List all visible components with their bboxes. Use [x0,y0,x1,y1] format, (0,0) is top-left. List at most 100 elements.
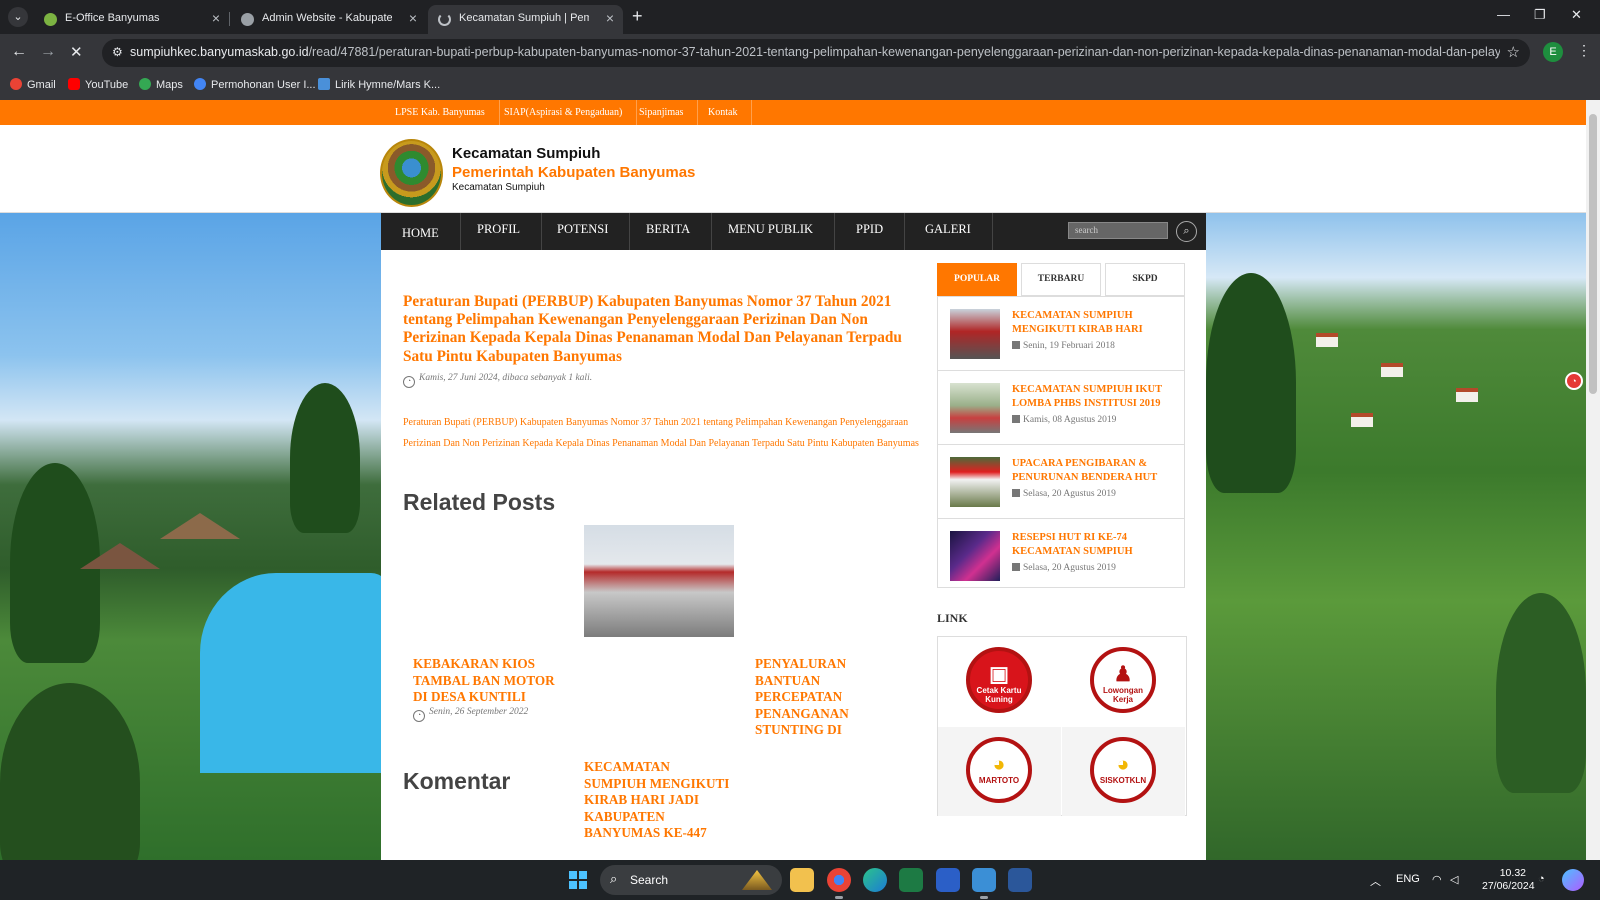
close-window-icon[interactable]: ✕ [1571,7,1582,23]
snipping-tool-icon[interactable] [972,868,996,892]
close-tab-icon[interactable]: × [606,10,614,26]
chrome-icon[interactable] [827,868,851,892]
back-icon[interactable]: ← [11,43,27,61]
page-viewport: LPSE Kab. Banyumas SIAP(Aspirasi & Penga… [0,100,1586,860]
tab-eoffice[interactable]: E-Office Banyumas × [34,5,229,34]
banyumas-logo[interactable] [380,139,443,207]
file-explorer-icon[interactable] [790,868,814,892]
copilot-icon[interactable] [1562,869,1584,891]
post-thumbnail[interactable] [950,383,1000,433]
taskbar-search[interactable]: ⌕ Search [600,865,782,895]
list-item[interactable]: KECAMATAN SUMPIUH IKUT LOMBA PHBS INSTIT… [938,371,1184,445]
tab-title: E-Office Banyumas [65,12,160,24]
close-tab-icon[interactable]: × [212,10,220,26]
post-title[interactable]: UPACARA PENGIBARAN & PENURUNAN BENDERA H… [1012,457,1177,484]
edge-icon[interactable] [863,868,887,892]
chrome-menu-icon[interactable]: ⋮ [1577,42,1591,59]
bookmark-label: Gmail [27,79,56,91]
word-icon[interactable] [1008,868,1032,892]
link-kartu-kuning[interactable]: ▣ Cetak Kartu Kuning [938,637,1061,726]
menu-publik[interactable]: MENU PUBLIK [707,213,836,250]
related-post-date: ◔ Senin, 26 September 2022 [413,707,528,722]
post-thumbnail[interactable] [950,457,1000,507]
menu-potensi[interactable]: POTENSI [536,213,631,250]
url-text[interactable]: sumpiuhkec.banyumaskab.go.id/read/47881/… [130,45,1500,59]
bookmark-star-icon[interactable]: ☆ [1507,43,1520,61]
bookmark-label: Maps [156,79,183,91]
tab-popular[interactable]: POPULAR [937,263,1017,296]
related-post-title[interactable]: KECAMATAN SUMPIUH MENGIKUTI KIRAB HARI J… [584,759,734,842]
menu-galeri[interactable]: GALERI [904,213,993,250]
volume-icon[interactable]: ◁ [1450,873,1458,886]
bookmark-label: Permohonan User I... [211,79,316,91]
related-post-title[interactable]: PENYALURAN BANTUAN PERCEPATAN PENANGANAN… [755,656,865,739]
bookmark-lirik-hymne[interactable]: Lirik Hymne/Mars K... [318,78,440,91]
running-indicator [980,896,988,899]
post-title[interactable]: KECAMATAN SUMPIUH IKUT LOMBA PHBS INSTIT… [1012,383,1177,410]
wifi-icon[interactable]: ◠ [1432,873,1442,886]
site-search-input[interactable]: search [1068,222,1168,239]
restore-icon[interactable]: ❐ [1534,7,1546,23]
list-item[interactable]: UPACARA PENGIBARAN & PENURUNAN BENDERA H… [938,445,1184,519]
menu-profil[interactable]: PROFIL [456,213,543,250]
excel-icon[interactable] [899,868,923,892]
post-date: Kamis, 08 Agustus 2019 [1012,415,1116,425]
background-pool [200,573,390,773]
windows-start-icon[interactable] [569,871,587,889]
bookmark-maps[interactable]: Maps [139,78,183,91]
link-label: SISKOTKLN [1099,776,1147,785]
link-label: Lowongan Kerja [1103,686,1143,704]
profile-avatar[interactable]: E [1543,42,1563,62]
background-tree [1206,273,1296,493]
site-name[interactable]: Kecamatan Sumpiuh [452,145,600,162]
close-tab-icon[interactable]: × [409,10,417,26]
tab-kecamatan-sumpiuh[interactable]: Kecamatan Sumpiuh | Pemerintah Kabupaten… [428,5,623,34]
bookmark-permohonan[interactable]: Permohonan User I... [194,78,316,91]
related-post-title[interactable]: KEBAKARAN KIOS TAMBAL BAN MOTOR DI DESA … [413,656,563,706]
language-indicator[interactable]: ENG [1396,873,1420,885]
menu-berita[interactable]: BERITA [625,213,713,250]
list-item[interactable]: KECAMATAN SUMPIUH MENGIKUTI KIRAB HARI S… [938,297,1184,371]
link-martoto[interactable]: ◕ MARTOTO [938,727,1061,816]
tab-terbaru[interactable]: TERBARU [1021,263,1101,296]
related-post-image[interactable] [584,525,734,637]
post-title[interactable]: RESEPSI HUT RI KE-74 KECAMATAN SUMPIUH [1012,531,1177,558]
page-scrollbar[interactable] [1586,100,1600,860]
floating-action-icon[interactable]: ◔ [1565,372,1583,390]
top-link-siap[interactable]: SIAP(Aspirasi & Pengaduan) [490,100,638,125]
new-tab-button[interactable]: + [632,6,643,27]
link-heading: LINK [937,611,968,625]
post-title[interactable]: KECAMATAN SUMPIUH MENGIKUTI KIRAB HARI [1012,309,1177,336]
search-icon[interactable]: ⌕ [1176,221,1197,242]
minimize-icon[interactable]: — [1497,7,1510,22]
menu-home[interactable]: HOME [381,213,461,250]
scrollbar-thumb[interactable] [1589,114,1597,394]
post-thumbnail[interactable] [950,531,1000,581]
search-icon: ⌕ [610,871,618,886]
post-body[interactable]: Peraturan Bupati (PERBUP) Kabupaten Bany… [403,413,919,454]
bookmark-youtube[interactable]: YouTube [68,78,128,91]
tab-search-button[interactable]: ⌄ [8,7,28,27]
bookmark-gmail[interactable]: Gmail [10,78,56,91]
address-bar[interactable]: ⚙ sumpiuhkec.banyumaskab.go.id/read/4788… [102,39,1530,67]
top-link-kontak[interactable]: Kontak [694,100,753,125]
taskbar-clock[interactable]: 10.32 27/06/2024 [1482,867,1535,893]
app-icon[interactable] [936,868,960,892]
sidebar-tabs: POPULAR TERBARU SKPD [937,263,1185,296]
post-date: Selasa, 20 Agustus 2019 [1012,489,1116,499]
top-link-lpse[interactable]: LPSE Kab. Banyumas [381,100,500,125]
tab-admin-website[interactable]: Admin Website - Kabupaten Banyumas × [231,5,426,34]
link-siskotkln[interactable]: ◕ SISKOTKLN [1062,727,1185,816]
list-item[interactable]: RESEPSI HUT RI KE-74 KECAMATAN SUMPIUH S… [938,519,1184,593]
post-thumbnail[interactable] [950,309,1000,359]
tab-skpd[interactable]: SKPD [1105,263,1185,296]
site-info-icon[interactable]: ⚙ [112,45,123,59]
post-date-text: Selasa, 20 Agustus 2019 [1023,563,1116,573]
link-lowongan-kerja[interactable]: ♟ Lowongan Kerja [1062,637,1185,726]
tray-overflow-icon[interactable]: ︿ [1370,873,1381,889]
forward-icon[interactable]: → [40,43,56,61]
notification-bell-icon[interactable]: ◔ [1538,873,1545,885]
menu-ppid[interactable]: PPID [835,213,906,250]
stop-loading-icon[interactable]: ✕ [70,43,83,61]
top-link-sipanjimas[interactable]: Sipanjimas [625,100,699,125]
